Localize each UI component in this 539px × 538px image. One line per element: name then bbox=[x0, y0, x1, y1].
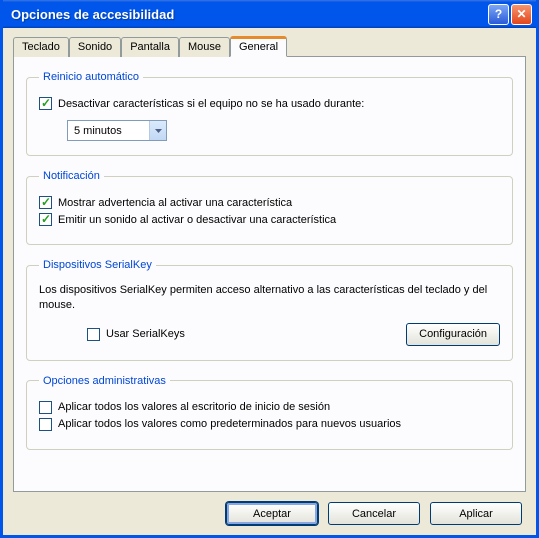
checkbox-label: Desactivar características si el equipo … bbox=[58, 98, 364, 110]
close-icon[interactable]: ✕ bbox=[511, 4, 532, 25]
button-label: Configuración bbox=[419, 328, 487, 340]
titlebar: Opciones de accesibilidad ? ✕ bbox=[3, 0, 536, 28]
checkbox-apply-logon[interactable] bbox=[39, 401, 52, 414]
tab-teclado[interactable]: Teclado bbox=[13, 37, 69, 57]
tab-label: Mouse bbox=[188, 41, 221, 53]
checkbox-apply-newusers[interactable] bbox=[39, 418, 52, 431]
dropdown-value: 5 minutos bbox=[68, 125, 149, 137]
checkbox-label: Aplicar todos los valores como predeterm… bbox=[58, 418, 401, 430]
button-label: Aceptar bbox=[253, 508, 291, 520]
checkbox-sound[interactable] bbox=[39, 213, 52, 226]
checkbox-label: Mostrar advertencia al activar una carac… bbox=[58, 197, 292, 209]
client-area: Teclado Sonido Pantalla Mouse General Re… bbox=[3, 28, 536, 535]
tabstrip: Teclado Sonido Pantalla Mouse General bbox=[13, 36, 526, 56]
cancel-button[interactable]: Cancelar bbox=[328, 502, 420, 525]
tab-sonido[interactable]: Sonido bbox=[69, 37, 121, 57]
tab-label: Teclado bbox=[22, 41, 60, 53]
checkbox-warning[interactable] bbox=[39, 196, 52, 209]
group-legend: Notificación bbox=[39, 170, 104, 182]
dialog-button-bar: Aceptar Cancelar Aplicar bbox=[13, 492, 526, 525]
checkbox-label: Usar SerialKeys bbox=[106, 328, 185, 340]
checkbox-label: Emitir un sonido al activar o desactivar… bbox=[58, 214, 336, 226]
ok-button[interactable]: Aceptar bbox=[226, 502, 318, 525]
tab-mouse[interactable]: Mouse bbox=[179, 37, 230, 57]
tab-pantalla[interactable]: Pantalla bbox=[121, 37, 179, 57]
group-legend: Reinicio automático bbox=[39, 71, 143, 83]
checkbox-use-serialkeys[interactable] bbox=[87, 328, 100, 341]
group-serialkey: Dispositivos SerialKey Los dispositivos … bbox=[26, 259, 513, 361]
group-automatic-reset: Reinicio automático Desactivar caracterí… bbox=[26, 71, 513, 156]
apply-button[interactable]: Aplicar bbox=[430, 502, 522, 525]
button-label: Aplicar bbox=[459, 508, 493, 520]
tab-general[interactable]: General bbox=[230, 36, 287, 57]
group-admin: Opciones administrativas Aplicar todos l… bbox=[26, 375, 513, 450]
tab-label: General bbox=[239, 41, 278, 53]
button-label: Cancelar bbox=[352, 508, 396, 520]
help-icon[interactable]: ? bbox=[488, 4, 509, 25]
serialkey-description: Los dispositivos SerialKey permiten acce… bbox=[39, 283, 500, 313]
tab-body-general: Reinicio automático Desactivar caracterí… bbox=[13, 56, 526, 492]
checkbox-label: Aplicar todos los valores al escritorio … bbox=[58, 401, 330, 413]
group-legend: Dispositivos SerialKey bbox=[39, 259, 156, 271]
dialog-window: Opciones de accesibilidad ? ✕ Teclado So… bbox=[0, 0, 539, 538]
checkbox-turnoff-idle[interactable] bbox=[39, 97, 52, 110]
group-notification: Notificación Mostrar advertencia al acti… bbox=[26, 170, 513, 245]
tab-label: Sonido bbox=[78, 41, 112, 53]
settings-button[interactable]: Configuración bbox=[406, 323, 500, 346]
group-legend: Opciones administrativas bbox=[39, 375, 170, 387]
window-title: Opciones de accesibilidad bbox=[11, 7, 486, 22]
idle-time-dropdown[interactable]: 5 minutos bbox=[67, 120, 167, 141]
chevron-down-icon[interactable] bbox=[149, 121, 166, 140]
tab-label: Pantalla bbox=[130, 41, 170, 53]
